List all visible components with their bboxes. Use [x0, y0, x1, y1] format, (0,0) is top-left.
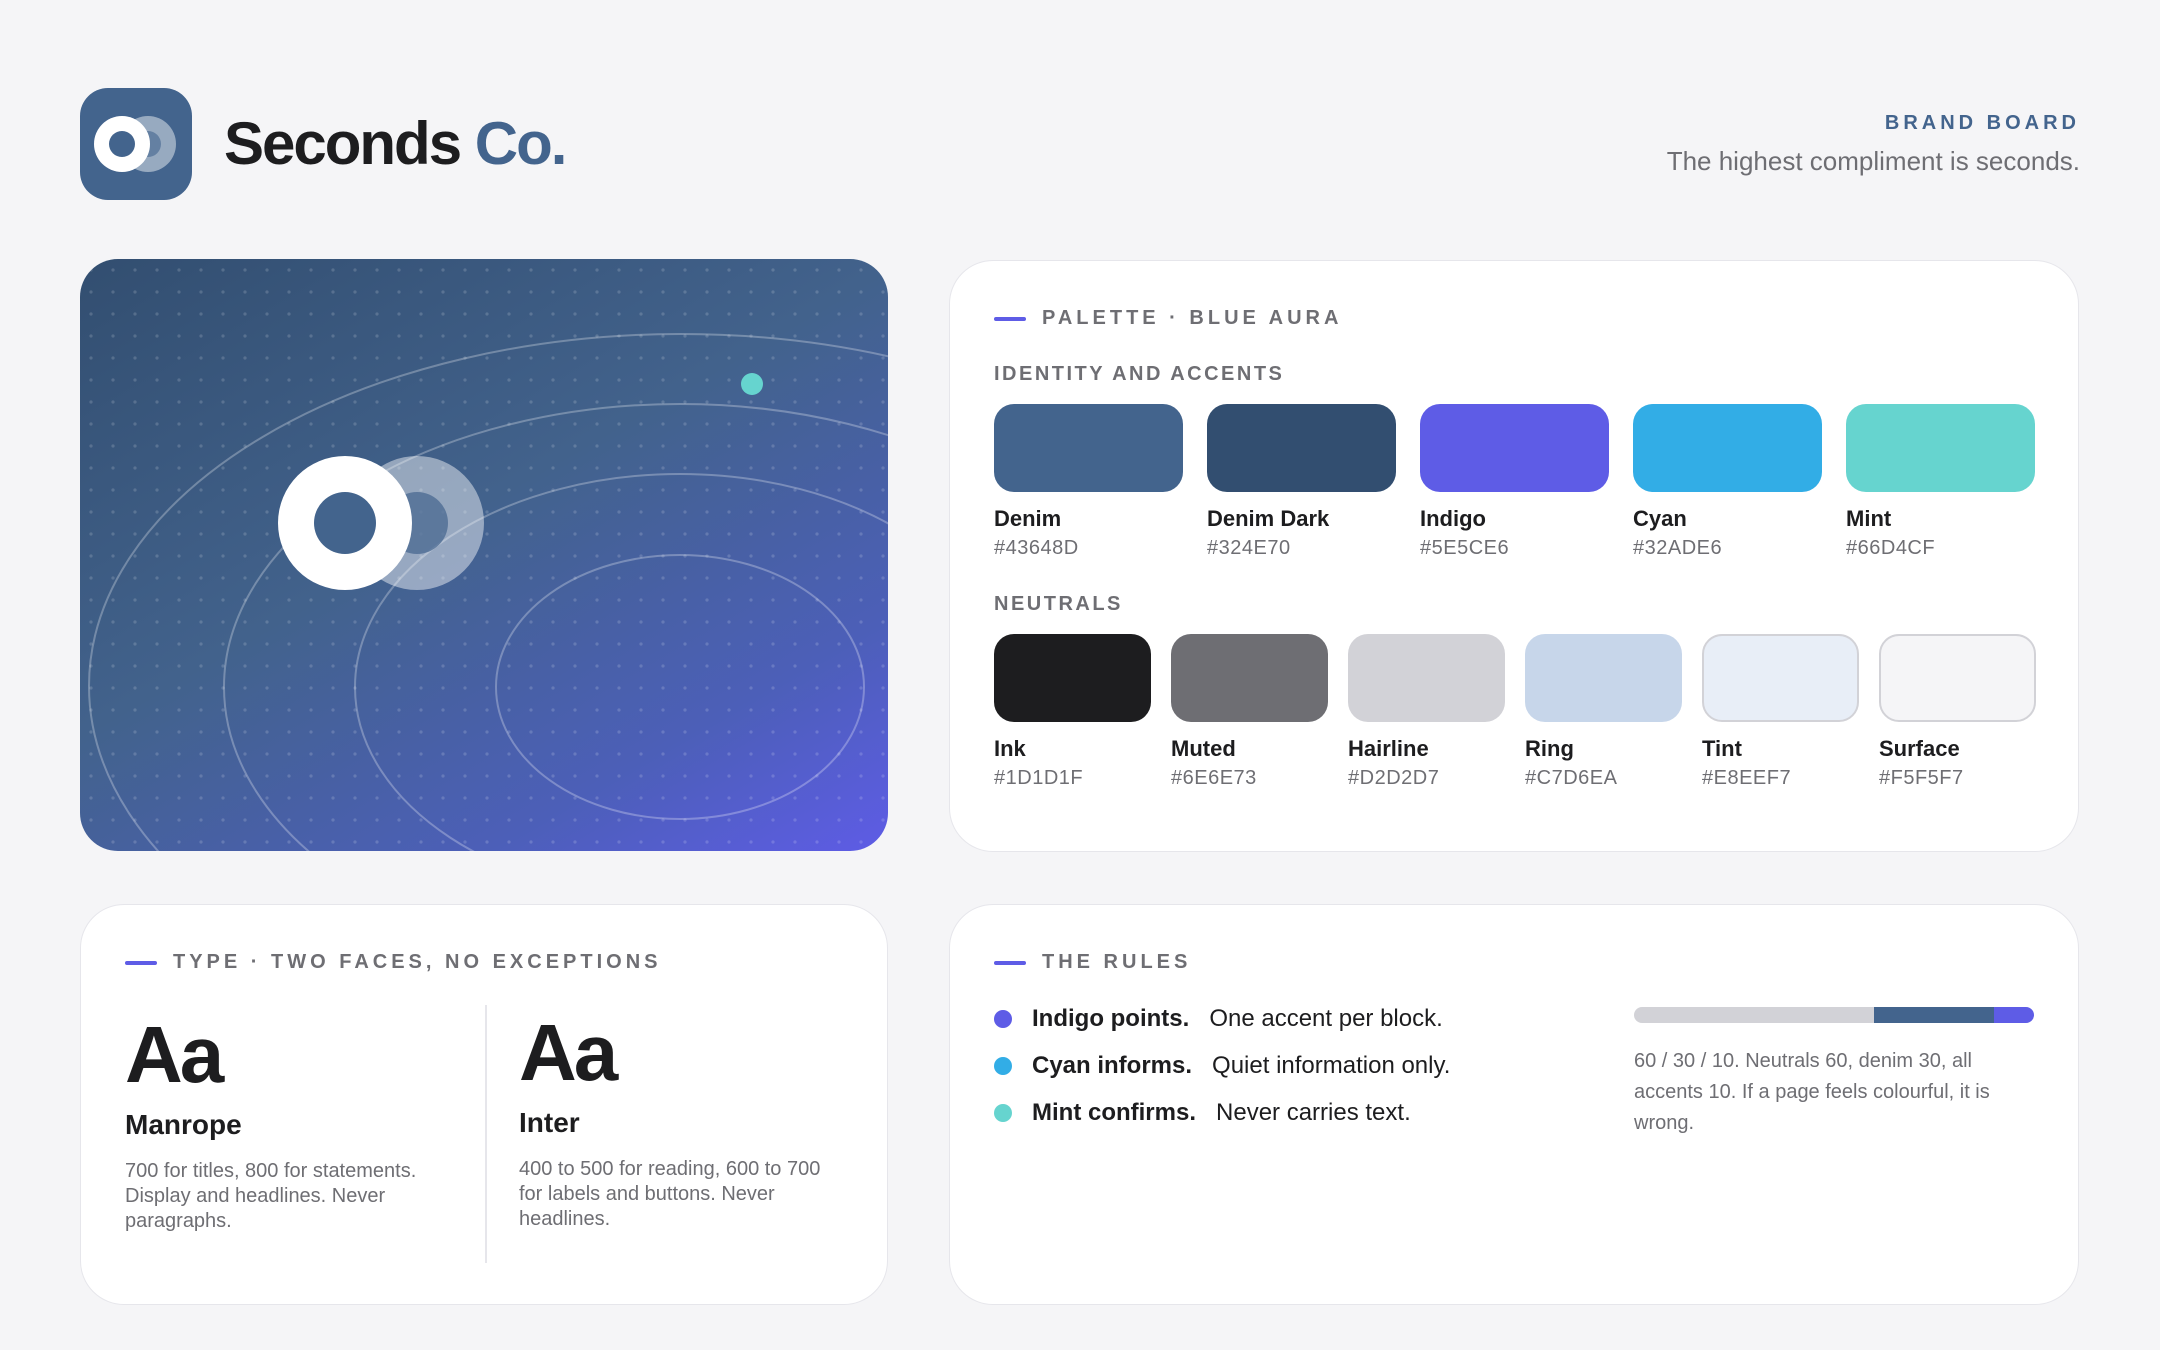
- rule-dot-icon: [994, 1104, 1012, 1122]
- hero-artwork: [80, 259, 888, 851]
- swatch-denim-dark: Denim Dark #324E70: [1207, 404, 1396, 560]
- typeface-manrope: Aa Manrope 700 for titles, 800 for state…: [125, 1013, 435, 1234]
- swatch-name: Ring: [1525, 736, 1574, 761]
- orbit-dot-icon: [741, 373, 763, 395]
- swatch-chip: [1348, 634, 1505, 722]
- swatch-hex: #5E5CE6: [1420, 537, 1510, 559]
- swatch-tint: Tint #E8EEF7: [1702, 634, 1859, 790]
- swatch-chip: [1846, 404, 2035, 492]
- type-card: TYPE · TWO FACES, NO EXCEPTIONS Aa Manro…: [80, 904, 888, 1305]
- heading-accent-bar: [994, 960, 1026, 965]
- swatch-hex: #32ADE6: [1633, 537, 1723, 559]
- brand-name-suffix: Co.: [474, 110, 568, 177]
- logo-icon: [80, 88, 192, 200]
- palette-heading: PALETTE · BLUE AURA: [994, 307, 1342, 330]
- swatch-chip: [994, 634, 1151, 722]
- heading-accent-bar: [125, 960, 157, 965]
- brand-name-main: Seconds: [224, 110, 462, 177]
- rule-text: One accent per block.: [1209, 1005, 1443, 1032]
- type-sample: Aa: [519, 1008, 618, 1097]
- swatch-name: Ink: [994, 736, 1026, 761]
- swatch-muted: Muted #6E6E73: [1171, 634, 1328, 790]
- rule-text: Never carries text.: [1216, 1099, 1411, 1126]
- rule-item: Cyan informs. Quiet information only.: [994, 1052, 1450, 1080]
- type-sample: Aa: [125, 1010, 224, 1099]
- board-label: BRAND BOARD: [1884, 112, 2080, 134]
- swatch-ink: Ink #1D1D1F: [994, 634, 1151, 790]
- type-heading: TYPE · TWO FACES, NO EXCEPTIONS: [125, 951, 661, 974]
- swatch-hex: #D2D2D7: [1348, 767, 1440, 789]
- swatch-chip: [1702, 634, 1859, 722]
- type-heading-text: TYPE · TWO FACES, NO EXCEPTIONS: [173, 951, 662, 973]
- rules-heading-text: THE RULES: [1042, 951, 1192, 973]
- palette-card: PALETTE · BLUE AURA IDENTITY AND ACCENTS…: [949, 260, 2079, 852]
- rule-title: Indigo points.: [1032, 1005, 1190, 1032]
- rule-text: Quiet information only.: [1212, 1052, 1451, 1079]
- ratio-note: 60 / 30 / 10. Neutrals 60, denim 30, all…: [1634, 1050, 1990, 1134]
- swatch-chip: [994, 404, 1183, 492]
- swatch-hex: #C7D6EA: [1525, 767, 1618, 789]
- swatch-hex: #6E6E73: [1171, 767, 1257, 789]
- ratio-segment: [1634, 1007, 1874, 1023]
- palette-heading-text: PALETTE · BLUE AURA: [1042, 307, 1343, 329]
- swatch-chip: [1525, 634, 1682, 722]
- swatch-chip: [1879, 634, 2036, 722]
- swatch-indigo: Indigo #5E5CE6: [1420, 404, 1609, 560]
- swatch-chip: [1171, 634, 1328, 722]
- swatch-hex: #324E70: [1207, 537, 1291, 559]
- identity-swatches: Denim #43648D Denim Dark #324E70 Indigo …: [994, 404, 2035, 560]
- swatch-surface: Surface #F5F5F7: [1879, 634, 2036, 790]
- type-divider: [485, 1005, 487, 1263]
- swatch-name: Indigo: [1420, 506, 1486, 531]
- neutrals-heading: NEUTRALS: [994, 593, 1123, 615]
- swatch-name: Tint: [1702, 736, 1742, 761]
- ratio-segment: [1994, 1007, 2034, 1023]
- swatch-name: Muted: [1171, 736, 1236, 761]
- color-ratio-bar: [1634, 1007, 2034, 1023]
- swatch-hex: #E8EEF7: [1702, 767, 1792, 789]
- rule-item: Mint confirms. Never carries text.: [994, 1099, 1411, 1127]
- heading-accent-bar: [994, 316, 1026, 321]
- tagline: The highest compliment is seconds.: [1666, 146, 2080, 176]
- swatch-hex: #66D4CF: [1846, 537, 1936, 559]
- swatch-denim: Denim #43648D: [994, 404, 1183, 560]
- typeface-name: Manrope: [125, 1109, 242, 1140]
- swatch-hex: #1D1D1F: [994, 767, 1084, 789]
- swatch-name: Hairline: [1348, 736, 1429, 761]
- swatch-hairline: Hairline #D2D2D7: [1348, 634, 1505, 790]
- typeface-description: 700 for titles, 800 for statements. Disp…: [125, 1160, 417, 1232]
- swatch-cyan: Cyan #32ADE6: [1633, 404, 1822, 560]
- swatch-chip: [1420, 404, 1609, 492]
- rules-heading: THE RULES: [994, 951, 1191, 974]
- swatch-chip: [1633, 404, 1822, 492]
- rule-title: Cyan informs.: [1032, 1052, 1193, 1079]
- swatch-name: Surface: [1879, 736, 1960, 761]
- typeface-description: 400 to 500 for reading, 600 to 700 for l…: [519, 1158, 821, 1230]
- typeface-inter: Aa Inter 400 to 500 for reading, 600 to …: [519, 1011, 849, 1232]
- swatch-name: Cyan: [1633, 506, 1687, 531]
- rule-dot-icon: [994, 1010, 1012, 1028]
- swatch-name: Denim Dark: [1207, 506, 1330, 531]
- swatch-name: Denim: [994, 506, 1062, 531]
- swatch-name: Mint: [1846, 506, 1892, 531]
- swatch-hex: #43648D: [994, 537, 1079, 559]
- swatch-hex: #F5F5F7: [1879, 767, 1964, 789]
- rule-item: Indigo points. One accent per block.: [994, 1005, 1443, 1033]
- rule-dot-icon: [994, 1057, 1012, 1075]
- neutral-swatches: Ink #1D1D1F Muted #6E6E73 Hairline #D2D2…: [994, 634, 2036, 790]
- brand-name: Seconds Co.: [224, 110, 568, 177]
- swatch-mint: Mint #66D4CF: [1846, 404, 2035, 560]
- swatch-ring: Ring #C7D6EA: [1525, 634, 1682, 790]
- typeface-name: Inter: [519, 1107, 580, 1138]
- rule-title: Mint confirms.: [1032, 1099, 1197, 1126]
- ratio-segment: [1874, 1007, 1994, 1023]
- swatch-chip: [1207, 404, 1396, 492]
- identity-heading: IDENTITY AND ACCENTS: [994, 363, 1285, 385]
- double-ring-mark-icon: [278, 456, 484, 590]
